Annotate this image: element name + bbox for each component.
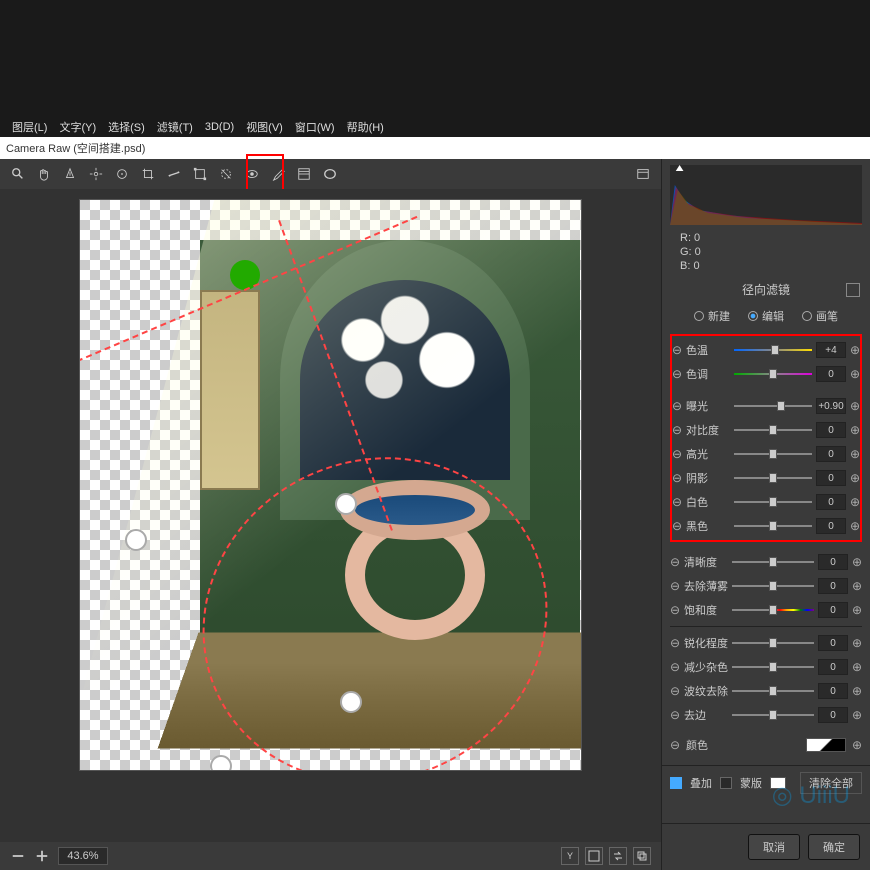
saturation-slider[interactable] bbox=[732, 603, 814, 617]
toolbar bbox=[0, 159, 661, 189]
menu-3d[interactable]: 3D(D) bbox=[201, 121, 238, 133]
crop-tool-icon[interactable] bbox=[140, 166, 156, 182]
graduated-filter-icon[interactable] bbox=[296, 166, 312, 182]
dehaze-slider[interactable] bbox=[732, 579, 814, 593]
exposure-slider[interactable] bbox=[734, 399, 812, 413]
dehaze-value[interactable]: 0 bbox=[818, 578, 848, 594]
radial-filter-icon[interactable] bbox=[322, 166, 338, 182]
noise-value[interactable]: 0 bbox=[818, 659, 848, 675]
contrast-slider[interactable] bbox=[734, 423, 812, 437]
sharpness-slider[interactable] bbox=[732, 636, 814, 650]
before-after-y-button[interactable]: Y bbox=[561, 847, 579, 865]
zoom-value[interactable]: 43.6% bbox=[58, 847, 108, 865]
color-swatch[interactable] bbox=[806, 738, 846, 752]
mode-selector: 新建 编辑 画笔 bbox=[662, 304, 870, 328]
copy-button[interactable] bbox=[633, 847, 651, 865]
sharpness-value[interactable]: 0 bbox=[818, 635, 848, 651]
window-title: Camera Raw (空间搭建.psd) bbox=[0, 137, 870, 159]
mask-color[interactable] bbox=[770, 777, 786, 789]
temp-slider[interactable] bbox=[734, 343, 812, 357]
swap-button[interactable] bbox=[609, 847, 627, 865]
overlay-checkbox[interactable] bbox=[670, 777, 682, 789]
spot-removal-icon[interactable] bbox=[218, 166, 234, 182]
target-adjust-icon[interactable] bbox=[114, 166, 130, 182]
shadows-slider[interactable] bbox=[734, 471, 812, 485]
defringe-value[interactable]: 0 bbox=[818, 707, 848, 723]
ok-button[interactable]: 确定 bbox=[808, 834, 860, 860]
exposure-value[interactable]: +0.90 bbox=[816, 398, 846, 414]
mode-new[interactable]: 新建 bbox=[694, 308, 730, 324]
menu-help[interactable]: 帮助(H) bbox=[343, 119, 388, 135]
white-balance-icon[interactable] bbox=[62, 166, 78, 182]
histogram[interactable] bbox=[670, 165, 862, 225]
filter-pin[interactable] bbox=[210, 755, 232, 771]
moire-value[interactable]: 0 bbox=[818, 683, 848, 699]
straighten-icon[interactable] bbox=[166, 166, 182, 182]
canvas[interactable] bbox=[79, 199, 582, 771]
temp-value[interactable]: +4 bbox=[816, 342, 846, 358]
cancel-button[interactable]: 取消 bbox=[748, 834, 800, 860]
adjust-brush-icon[interactable] bbox=[270, 166, 286, 182]
menu-view[interactable]: 视图(V) bbox=[242, 119, 287, 135]
view-mode-button[interactable] bbox=[585, 847, 603, 865]
zoom-tool-icon[interactable] bbox=[10, 166, 26, 182]
preferences-icon[interactable] bbox=[635, 166, 651, 182]
zoom-out-icon[interactable] bbox=[10, 848, 26, 864]
blacks-value[interactable]: 0 bbox=[816, 518, 846, 534]
whites-slider[interactable] bbox=[734, 495, 812, 509]
filter-pin[interactable] bbox=[340, 691, 362, 713]
clarity-value[interactable]: 0 bbox=[818, 554, 848, 570]
noise-slider[interactable] bbox=[732, 660, 814, 674]
clear-all-button[interactable]: 清除全部 bbox=[800, 772, 862, 794]
redeye-icon[interactable] bbox=[244, 166, 260, 182]
menubar: 图层(L) 文字(Y) 选择(S) 滤镜(T) 3D(D) 视图(V) 窗口(W… bbox=[0, 117, 870, 137]
menu-layer[interactable]: 图层(L) bbox=[8, 119, 51, 135]
color-row: ⊖ 颜色 ⊕ bbox=[662, 731, 870, 759]
shadows-value[interactable]: 0 bbox=[816, 470, 846, 486]
filter-pin[interactable] bbox=[335, 493, 357, 515]
mask-checkbox[interactable] bbox=[720, 777, 732, 789]
menu-select[interactable]: 选择(S) bbox=[104, 119, 149, 135]
overlay-row: 叠加 蒙版 清除全部 bbox=[662, 765, 870, 800]
whites-value[interactable]: 0 bbox=[816, 494, 846, 510]
moire-slider[interactable] bbox=[732, 684, 814, 698]
tint-slider[interactable] bbox=[734, 367, 812, 381]
transform-icon[interactable] bbox=[192, 166, 208, 182]
panel-title: 径向滤镜 bbox=[662, 275, 870, 304]
basic-sliders-group: ⊖色温+4⊕ ⊖色调0⊕ ⊖曝光+0.90⊕ ⊖对比度0⊕ ⊖高光0⊕ ⊖阴影0… bbox=[670, 334, 862, 542]
defringe-slider[interactable] bbox=[732, 708, 814, 722]
contrast-value[interactable]: 0 bbox=[816, 422, 846, 438]
highlights-value[interactable]: 0 bbox=[816, 446, 846, 462]
zoom-in-icon[interactable] bbox=[34, 848, 50, 864]
color-sampler-icon[interactable] bbox=[88, 166, 104, 182]
mode-edit[interactable]: 编辑 bbox=[748, 308, 784, 324]
right-panel: R: 0 G: 0 B: 0 径向滤镜 新建 编辑 画笔 ⊖色温+4⊕ ⊖色调0… bbox=[661, 159, 870, 870]
menu-window[interactable]: 窗口(W) bbox=[291, 119, 339, 135]
tint-value[interactable]: 0 bbox=[816, 366, 846, 382]
blacks-slider[interactable] bbox=[734, 519, 812, 533]
menu-filter[interactable]: 滤镜(T) bbox=[153, 119, 197, 135]
canvas-area bbox=[0, 189, 661, 842]
saturation-value[interactable]: 0 bbox=[818, 602, 848, 618]
menu-text[interactable]: 文字(Y) bbox=[55, 119, 100, 135]
filter-pin[interactable] bbox=[125, 529, 147, 551]
rgb-readout: R: 0 G: 0 B: 0 bbox=[662, 229, 870, 275]
hand-tool-icon[interactable] bbox=[36, 166, 52, 182]
bottombar: 43.6% Y bbox=[0, 842, 661, 870]
clarity-slider[interactable] bbox=[732, 555, 814, 569]
highlights-slider[interactable] bbox=[734, 447, 812, 461]
mode-brush[interactable]: 画笔 bbox=[802, 308, 838, 324]
